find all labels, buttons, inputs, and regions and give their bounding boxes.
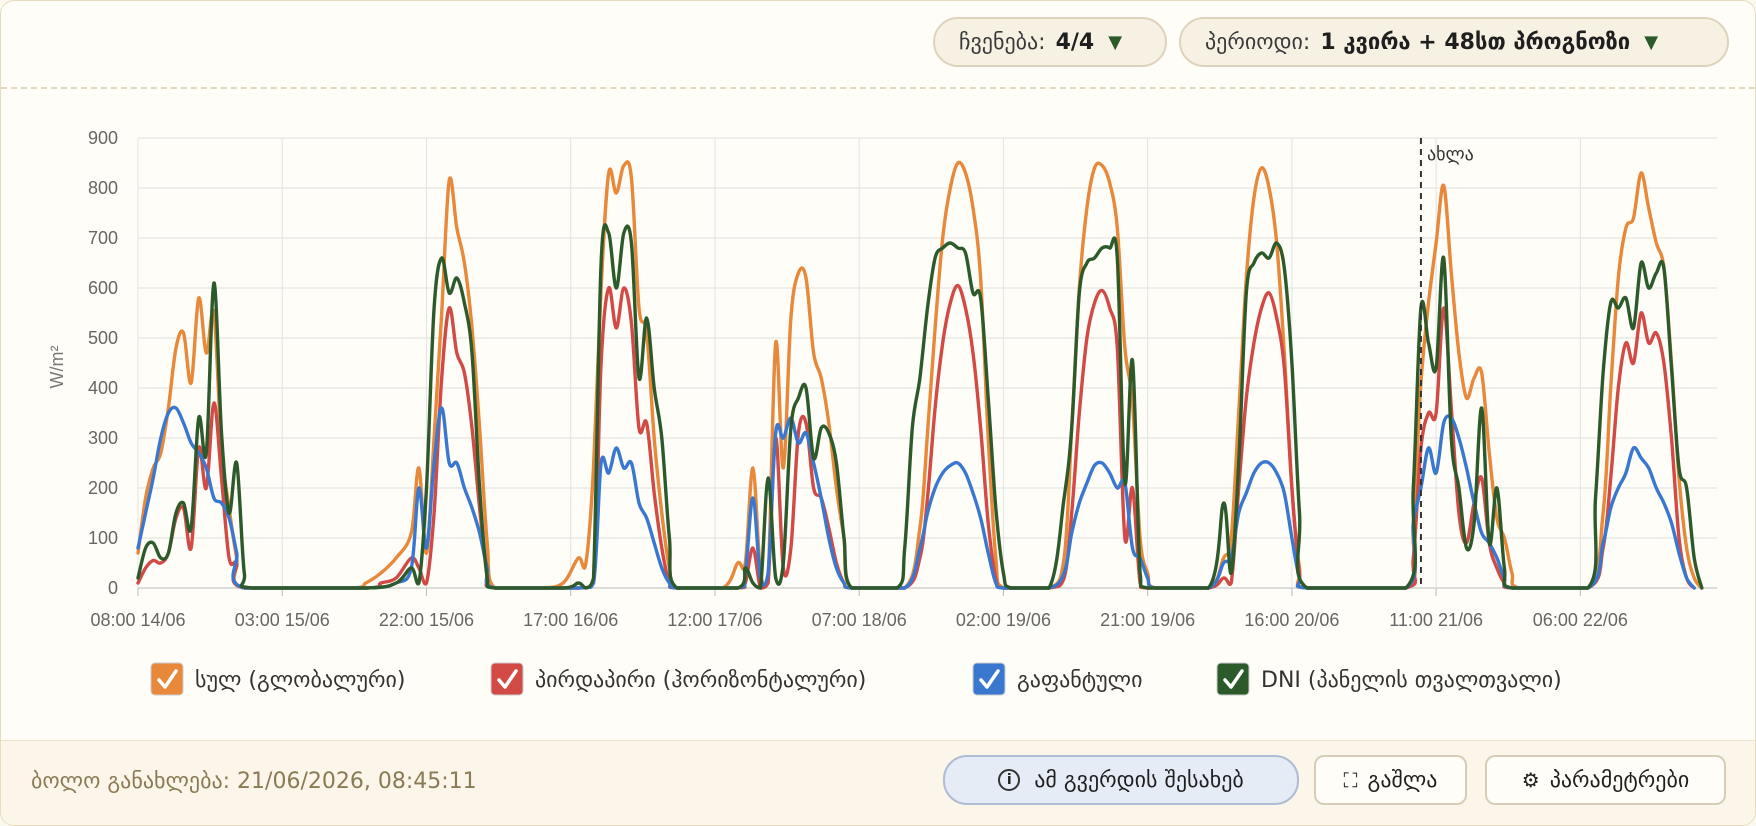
show-value: 4/4 [1055, 29, 1095, 55]
settings-label: პარამეტრები [1549, 767, 1690, 793]
y-tick-label: 400 [88, 378, 118, 398]
period-dropdown[interactable]: პერიოდი: 1 კვირა + 48სთ პროგნოზი ▼ [1179, 17, 1729, 67]
legend-label: სულ (გლობალური) [195, 668, 405, 693]
legend-item-2[interactable]: გაფანტული [972, 662, 1142, 696]
legend-checkbox[interactable] [490, 662, 524, 696]
legend-label: DNI (პანელის თვალთვალი) [1261, 668, 1562, 693]
legend-checkbox[interactable] [1216, 662, 1250, 696]
caret-down-icon: ▼ [1108, 31, 1123, 53]
expand-icon: ⛶ [1343, 768, 1358, 792]
y-tick-label: 700 [88, 228, 118, 248]
x-tick-label: 07:00 18/06 [812, 610, 907, 630]
period-value: 1 კვირა + 48სთ პროგნოზი [1320, 29, 1631, 55]
x-tick-label: 06:00 22/06 [1533, 610, 1628, 630]
caret-down-icon: ▼ [1644, 31, 1659, 53]
x-tick-label: 08:00 14/06 [90, 610, 185, 630]
legend-item-1[interactable]: პირდაპირი (ჰორიზონტალური) [490, 662, 866, 696]
x-axis-ticks: 08:00 14/06 03:00 15/06 22:00 15/06 17:00 1… [90, 610, 1627, 630]
y-tick-label: 900 [88, 128, 118, 148]
x-tick-label: 03:00 15/06 [235, 610, 330, 630]
y-tick-label: 500 [88, 328, 118, 348]
show-series-dropdown[interactable]: ჩვენება: 4/4 ▼ [933, 17, 1167, 67]
y-tick-label: 600 [88, 278, 118, 298]
chart-toolbar: ჩვენება: 4/4 ▼ პერიოდი: 1 კვირა + 48სთ პ… [1, 1, 1755, 89]
y-axis-label: W/m² [47, 346, 67, 389]
x-tick-label: 16:00 20/06 [1244, 610, 1339, 630]
gear-icon: ⚙ [1521, 768, 1540, 792]
legend-label: პირდაპირი (ჰორიზონტალური) [535, 668, 866, 693]
series-layer [136, 160, 1704, 590]
y-tick-label: 300 [88, 428, 118, 448]
expand-button[interactable]: ⛶ გაშლა [1314, 755, 1467, 805]
footer-bar: ბოლო განახლება: 21/06/2026, 08:45:11 i ა… [1, 740, 1755, 825]
about-page-label: ამ გვერდის შესახებ [1034, 767, 1244, 793]
y-tick-label: 800 [88, 178, 118, 198]
x-tick-label: 17:00 16/06 [523, 610, 618, 630]
about-page-button[interactable]: i ამ გვერდის შესახებ [943, 755, 1299, 805]
chart-legend: სულ (გლობალური) პირდაპირი (ჰორიზონტალური)… [150, 662, 1562, 696]
show-label: ჩვენება: [959, 29, 1046, 55]
legend-item-0[interactable]: სულ (გლობალური) [150, 662, 405, 696]
y-tick-label: 200 [88, 478, 118, 498]
irradiance-chart: 0 100 200 300 400 500 600 700 800 900 08:00 14/06… [47, 128, 1717, 696]
x-tick-label: 02:00 19/06 [956, 610, 1051, 630]
settings-button[interactable]: ⚙ პარამეტრები [1485, 755, 1726, 805]
x-tick-label: 21:00 19/06 [1100, 610, 1195, 630]
chart-card: ჩვენება: 4/4 ▼ პერიოდი: 1 კვირა + 48სთ პ… [0, 0, 1756, 826]
info-icon: i [998, 769, 1021, 791]
last-updated-text: ბოლო განახლება: 21/06/2026, 08:45:11 [31, 769, 477, 794]
y-tick-label: 0 [108, 578, 118, 598]
expand-label: გაშლა [1367, 767, 1438, 793]
legend-checkbox[interactable] [972, 662, 1006, 696]
x-tick-label: 22:00 15/06 [379, 610, 474, 630]
legend-item-3[interactable]: DNI (პანელის თვალთვალი) [1216, 662, 1562, 696]
series-line-1 [136, 283, 1696, 590]
period-label: პერიოდი: [1205, 29, 1311, 55]
now-marker-label: ახლა [1427, 144, 1474, 165]
y-axis-ticks: 0 100 200 300 400 500 600 700 800 900 [88, 128, 118, 598]
y-tick-label: 100 [88, 528, 118, 548]
x-tick-label: 11:00 21/06 [1389, 610, 1483, 630]
x-tick-label: 12:00 17/06 [667, 610, 762, 630]
legend-checkbox[interactable] [150, 662, 184, 696]
legend-label: გაფანტული [1017, 668, 1142, 693]
